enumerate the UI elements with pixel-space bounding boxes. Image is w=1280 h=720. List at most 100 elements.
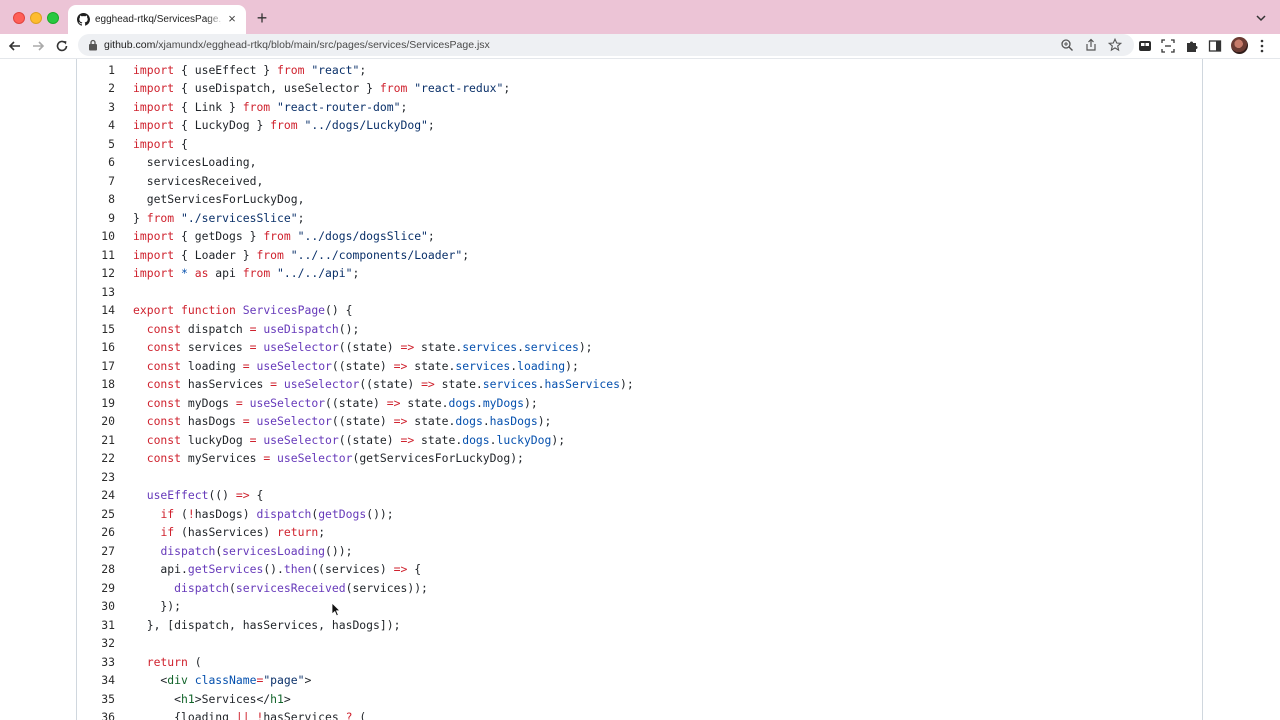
back-arrow-icon[interactable] (6, 37, 24, 55)
code-line: 3 import { Link } from "react-router-dom"… (77, 98, 1202, 117)
code-line: 23 (77, 468, 1202, 487)
code-text: servicesLoading, (133, 155, 257, 169)
line-number[interactable]: 21 (77, 431, 115, 450)
line-number[interactable]: 13 (77, 283, 115, 302)
line-number[interactable]: 10 (77, 227, 115, 246)
star-icon[interactable] (1108, 38, 1122, 52)
line-number[interactable]: 12 (77, 264, 115, 283)
code-line: 22 const myServices = useSelector(getSer… (77, 449, 1202, 468)
code-line: 8 getServicesForLuckyDog, (77, 190, 1202, 209)
line-number[interactable]: 5 (77, 135, 115, 154)
puzzle-icon[interactable] (1184, 38, 1200, 54)
code-line: 12 import * as api from "../../api"; (77, 264, 1202, 283)
code-line: 32 (77, 634, 1202, 653)
code-text: dispatch(servicesReceived(services)); (174, 580, 428, 595)
new-tab-button[interactable]: + (253, 9, 271, 27)
code-line: 36 {loading || !hasServices ? ( (77, 708, 1202, 720)
fullscreen-window-button[interactable] (47, 12, 59, 24)
code-text: const hasDogs = useSelector((state) => s… (146, 414, 552, 428)
code-line: 11 import { Loader } from "../../componen… (77, 246, 1202, 265)
line-number[interactable]: 4 (77, 116, 115, 135)
line-number[interactable]: 20 (77, 412, 115, 431)
share-icon[interactable] (1084, 38, 1098, 52)
active-tab[interactable]: egghead-rtkq/ServicesPage.jsx × (68, 5, 246, 34)
line-number[interactable]: 16 (77, 338, 115, 357)
zoom-icon[interactable] (1060, 38, 1074, 52)
profile-avatar[interactable] (1231, 37, 1248, 54)
url-path: /xjamundx/egghead-rtkq/blob/main/src/pag… (155, 39, 490, 51)
line-number[interactable]: 33 (77, 653, 115, 672)
line-number[interactable]: 11 (77, 246, 115, 265)
forward-arrow-icon[interactable] (29, 37, 47, 55)
line-number[interactable]: 18 (77, 375, 115, 394)
line-number[interactable]: 30 (77, 597, 115, 616)
code-line: 24 useEffect(() => { (77, 486, 1202, 505)
code-line: 1 import { useEffect } from "react"; (77, 61, 1202, 80)
browser-toolbar: github.com/xjamundx/egghead-rtkq/blob/ma… (0, 34, 1280, 58)
reload-icon[interactable] (53, 37, 71, 55)
code-text: servicesReceived, (133, 173, 264, 188)
tab-search-chevron-icon[interactable] (1254, 11, 1268, 25)
github-icon (77, 13, 90, 26)
code-text: import { (133, 136, 188, 151)
code-text: const dispatch = useDispatch(); (146, 321, 360, 336)
line-number[interactable]: 17 (77, 357, 115, 376)
line-number[interactable]: 1 (77, 61, 115, 80)
code-text: const myDogs = useSelector((state) => st… (146, 395, 538, 410)
code-text: dispatch(servicesLoading()); (160, 543, 353, 558)
code-line: 30 }); (77, 597, 1202, 616)
line-number[interactable]: 22 (77, 449, 115, 468)
code-text: import { getDogs } from "../dogs/dogsSli… (133, 229, 435, 243)
line-number[interactable]: 6 (77, 153, 115, 172)
line-number[interactable]: 23 (77, 468, 115, 487)
line-number[interactable]: 29 (77, 579, 115, 598)
code-line: 17 const loading = useSelector((state) =… (77, 357, 1202, 376)
line-number[interactable]: 36 (77, 708, 115, 720)
code-line: 34 <div className="page"> (77, 671, 1202, 690)
line-number[interactable]: 2 (77, 79, 115, 98)
code-text: const myServices = useSelector(getServic… (146, 451, 524, 465)
line-number[interactable]: 27 (77, 542, 115, 561)
code-text: }, [dispatch, hasServices, hasDogs]); (133, 617, 401, 632)
code-line: 35 <h1>Services</h1> (77, 690, 1202, 709)
menu-kebab-icon[interactable] (1259, 38, 1265, 54)
code-line: 6 servicesLoading, (77, 153, 1202, 172)
line-number[interactable]: 7 (77, 172, 115, 191)
github-file-page: 1 import { useEffect } from "react"; 2 impo… (0, 58, 1280, 720)
code-text: export function ServicesPage() { (133, 303, 353, 317)
tab-close-button[interactable]: × (224, 11, 240, 27)
line-number[interactable]: 32 (77, 634, 115, 653)
code-text: }); (133, 599, 182, 613)
close-window-button[interactable] (13, 12, 25, 24)
code-line: 29 dispatch(servicesReceived(services)); (77, 579, 1202, 598)
side-panel-icon[interactable] (1207, 38, 1223, 54)
url-host: github.com (104, 39, 156, 51)
screenshot-icon[interactable] (1160, 38, 1176, 54)
extension-icon[interactable] (1137, 38, 1153, 54)
code-text: useEffect(() => { (146, 488, 264, 502)
tab-strip: egghead-rtkq/ServicesPage.jsx × + (0, 0, 1280, 34)
line-number[interactable]: 35 (77, 690, 115, 709)
line-number[interactable]: 14 (77, 301, 115, 320)
line-number[interactable]: 15 (77, 320, 115, 339)
line-number[interactable]: 26 (77, 523, 115, 542)
code-text: import { Link } from "react-router-dom"; (133, 99, 408, 114)
line-number[interactable]: 9 (77, 209, 115, 228)
line-number[interactable]: 34 (77, 671, 115, 690)
lock-icon[interactable] (88, 39, 98, 51)
tab-title: egghead-rtkq/ServicesPage.jsx (95, 14, 221, 25)
line-number[interactable]: 3 (77, 98, 115, 117)
line-number[interactable]: 19 (77, 394, 115, 413)
code-line: 28 api.getServices().then((services) => … (77, 560, 1202, 579)
line-number[interactable]: 24 (77, 486, 115, 505)
line-number[interactable]: 28 (77, 560, 115, 579)
line-number[interactable]: 31 (77, 616, 115, 635)
line-number[interactable]: 25 (77, 505, 115, 524)
minimize-window-button[interactable] (30, 12, 42, 24)
url-text[interactable]: github.com/xjamundx/egghead-rtkq/blob/ma… (104, 38, 490, 52)
code-line: 18 const hasServices = useSelector((stat… (77, 375, 1202, 394)
line-number[interactable]: 8 (77, 190, 115, 209)
address-bar[interactable]: github.com/xjamundx/egghead-rtkq/blob/ma… (78, 34, 1134, 56)
code-line: 21 const luckyDog = useSelector((state) … (77, 431, 1202, 450)
code-line: 2 import { useDispatch, useSelector } fro… (77, 79, 1202, 98)
